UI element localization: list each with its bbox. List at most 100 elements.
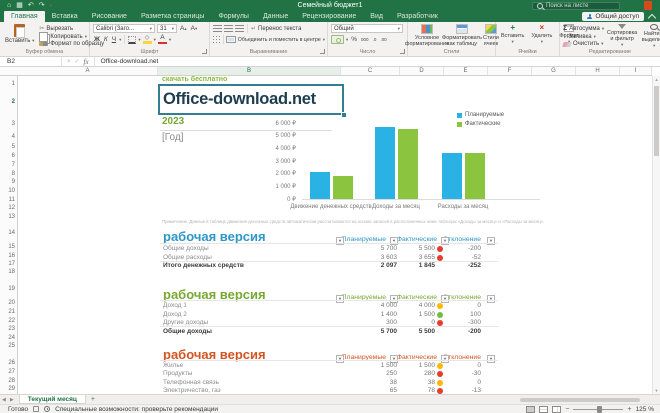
row-header-2[interactable]: 2 xyxy=(1,98,15,106)
grid-canvas[interactable]: скачать бесплатно Office-download.net 20… xyxy=(18,76,652,394)
clear-button[interactable]: Очистить ▾ xyxy=(562,40,604,48)
bold-button[interactable]: Ж xyxy=(93,36,101,43)
increase-decimal-button[interactable]: .0 xyxy=(372,37,378,42)
column-header-B[interactable]: B xyxy=(158,67,341,75)
comma-style-button[interactable]: 000 xyxy=(360,37,370,42)
selected-cell-b2[interactable]: Office-download.net xyxy=(158,84,344,115)
formula-input[interactable]: Office-download.net xyxy=(95,58,159,65)
ribbon-tab-Рецензирование[interactable]: Рецензирование xyxy=(295,11,363,22)
row-header-13[interactable]: 13 xyxy=(1,213,15,221)
merge-center-button[interactable]: Объединить и поместить в центре ▾ xyxy=(225,36,325,44)
row-header-25[interactable]: 25 xyxy=(1,342,15,350)
row-header-19[interactable]: 19 xyxy=(1,285,15,293)
share-button[interactable]: Общий доступ xyxy=(582,12,644,21)
column-header-C[interactable]: C xyxy=(341,67,400,75)
chart-bar-Фактические-1[interactable] xyxy=(398,129,418,199)
column-header-A[interactable]: A xyxy=(18,67,158,75)
cancel-icon[interactable]: × xyxy=(67,59,71,65)
macro-record-icon[interactable] xyxy=(33,406,40,412)
column-header-F[interactable]: F xyxy=(488,67,532,75)
promo-link[interactable]: скачать бесплатно xyxy=(162,76,227,83)
format-as-table-button[interactable]: Форматировать как таблицу xyxy=(442,24,482,49)
paste-button[interactable]: Вставить ▾ xyxy=(3,24,36,49)
align-left-icon[interactable] xyxy=(213,36,214,43)
row-header-5[interactable]: 5 xyxy=(1,143,15,151)
ribbon-tab-Формулы[interactable]: Формулы xyxy=(211,11,255,22)
row-header-9[interactable]: 9 xyxy=(1,178,15,186)
column-header-I[interactable]: I xyxy=(620,67,652,75)
row-header-12[interactable]: 12 xyxy=(1,204,15,212)
font-name-combo[interactable]: Calibri (Заго... ▾ xyxy=(93,24,155,33)
normal-view-button[interactable] xyxy=(526,405,536,413)
decrease-decimal-button[interactable]: .00 xyxy=(379,37,387,42)
alignment-dialog-launcher-icon[interactable] xyxy=(320,49,325,54)
align-bottom-icon[interactable] xyxy=(235,25,244,32)
percent-style-button[interactable]: % xyxy=(350,36,358,43)
row-header-16[interactable]: 16 xyxy=(1,252,15,260)
font-dialog-launcher-icon[interactable] xyxy=(202,49,207,54)
ribbon-tab-Вставка[interactable]: Вставка xyxy=(45,11,85,22)
row-header-24[interactable]: 24 xyxy=(1,334,15,342)
row-header-14[interactable]: 14 xyxy=(1,229,15,237)
sheet-tab-current-month[interactable]: Текущий месяц xyxy=(18,395,86,404)
page-layout-view-button[interactable] xyxy=(539,405,549,413)
align-top-icon[interactable] xyxy=(213,25,222,32)
column-header-G[interactable]: G xyxy=(532,67,576,75)
column-header-E[interactable]: E xyxy=(444,67,488,75)
conditional-formatting-button[interactable]: Условное форматирование xyxy=(405,24,449,49)
zoom-level[interactable]: 125 % xyxy=(636,406,654,413)
horizontal-scroll-thumb[interactable] xyxy=(520,397,640,402)
row-header-28[interactable]: 28 xyxy=(1,377,15,385)
filter-dropdown-icon[interactable]: ▼ xyxy=(487,355,495,363)
table-cell-deviation[interactable]: -200 xyxy=(411,328,481,336)
ribbon-tab-Данные[interactable]: Данные xyxy=(256,11,295,22)
row-header-18[interactable]: 18 xyxy=(1,268,15,276)
insert-function-icon[interactable]: fx xyxy=(84,58,89,66)
row-header-7[interactable]: 7 xyxy=(1,161,15,169)
name-box[interactable]: B2 xyxy=(0,57,62,66)
enter-icon[interactable]: ✓ xyxy=(75,58,80,65)
row-header-20[interactable]: 20 xyxy=(1,299,15,307)
accounting-format-icon[interactable] xyxy=(331,35,344,44)
user-avatar[interactable] xyxy=(644,1,652,10)
row-header-4[interactable]: 4 xyxy=(1,133,15,141)
underline-dropdown-icon[interactable]: ▾ xyxy=(119,37,121,43)
vertical-scroll-thumb[interactable] xyxy=(654,86,659,156)
filter-dropdown-icon[interactable]: ▼ xyxy=(487,295,495,303)
row-header-26[interactable]: 26 xyxy=(1,359,15,367)
row-header-17[interactable]: 17 xyxy=(1,260,15,268)
chart-bar-Фактические-2[interactable] xyxy=(465,153,485,199)
row-header-27[interactable]: 27 xyxy=(1,368,15,376)
align-middle-icon[interactable] xyxy=(224,25,233,32)
chart-bar-Планируемые-1[interactable] xyxy=(375,127,395,199)
row-header-11[interactable]: 11 xyxy=(1,196,15,204)
fill-color-button[interactable]: ◇ xyxy=(142,35,152,44)
sheet-nav-right-icon[interactable]: ▶ xyxy=(8,397,16,403)
table-cell-deviation[interactable]: 0 xyxy=(411,302,481,310)
find-select-button[interactable]: Найти и выделить▾ xyxy=(640,24,660,49)
chart-bar-Фактические-0[interactable] xyxy=(333,176,353,199)
sheet-nav-left-icon[interactable]: ◀ xyxy=(0,397,8,403)
table-cell-deviation[interactable]: 0 xyxy=(411,379,481,387)
table-cell-deviation[interactable]: -13 xyxy=(411,387,481,394)
page-break-view-button[interactable] xyxy=(552,405,562,413)
table-cell-deviation[interactable]: 100 xyxy=(411,311,481,319)
font-color-button[interactable]: А xyxy=(157,34,167,44)
scroll-down-icon[interactable]: ▼ xyxy=(653,388,660,393)
column-header-H[interactable]: H xyxy=(576,67,620,75)
italic-button[interactable]: К xyxy=(103,36,109,43)
autosum-button[interactable]: Σ Автосумма ▾ xyxy=(563,25,604,33)
sort-filter-button[interactable]: Сортировка и фильтр ▾ xyxy=(607,24,637,49)
delete-cells-button[interactable]: × Удалить ▾ xyxy=(529,24,554,49)
column-header-D[interactable]: D xyxy=(400,67,444,75)
row-header-15[interactable]: 15 xyxy=(1,243,15,251)
zoom-in-button[interactable]: + xyxy=(627,406,631,413)
fill-handle[interactable] xyxy=(341,112,347,118)
insert-cells-button[interactable]: + Вставить ▾ xyxy=(499,24,526,49)
search-box[interactable]: Поиск на листе xyxy=(532,1,620,10)
row-header-23[interactable]: 23 xyxy=(1,325,15,333)
zoom-slider-thumb[interactable] xyxy=(597,405,603,413)
row-header-10[interactable]: 10 xyxy=(1,187,15,195)
vertical-scrollbar[interactable]: ▲ ▼ xyxy=(652,76,660,394)
ribbon-tab-Разработчик[interactable]: Разработчик xyxy=(390,11,445,22)
